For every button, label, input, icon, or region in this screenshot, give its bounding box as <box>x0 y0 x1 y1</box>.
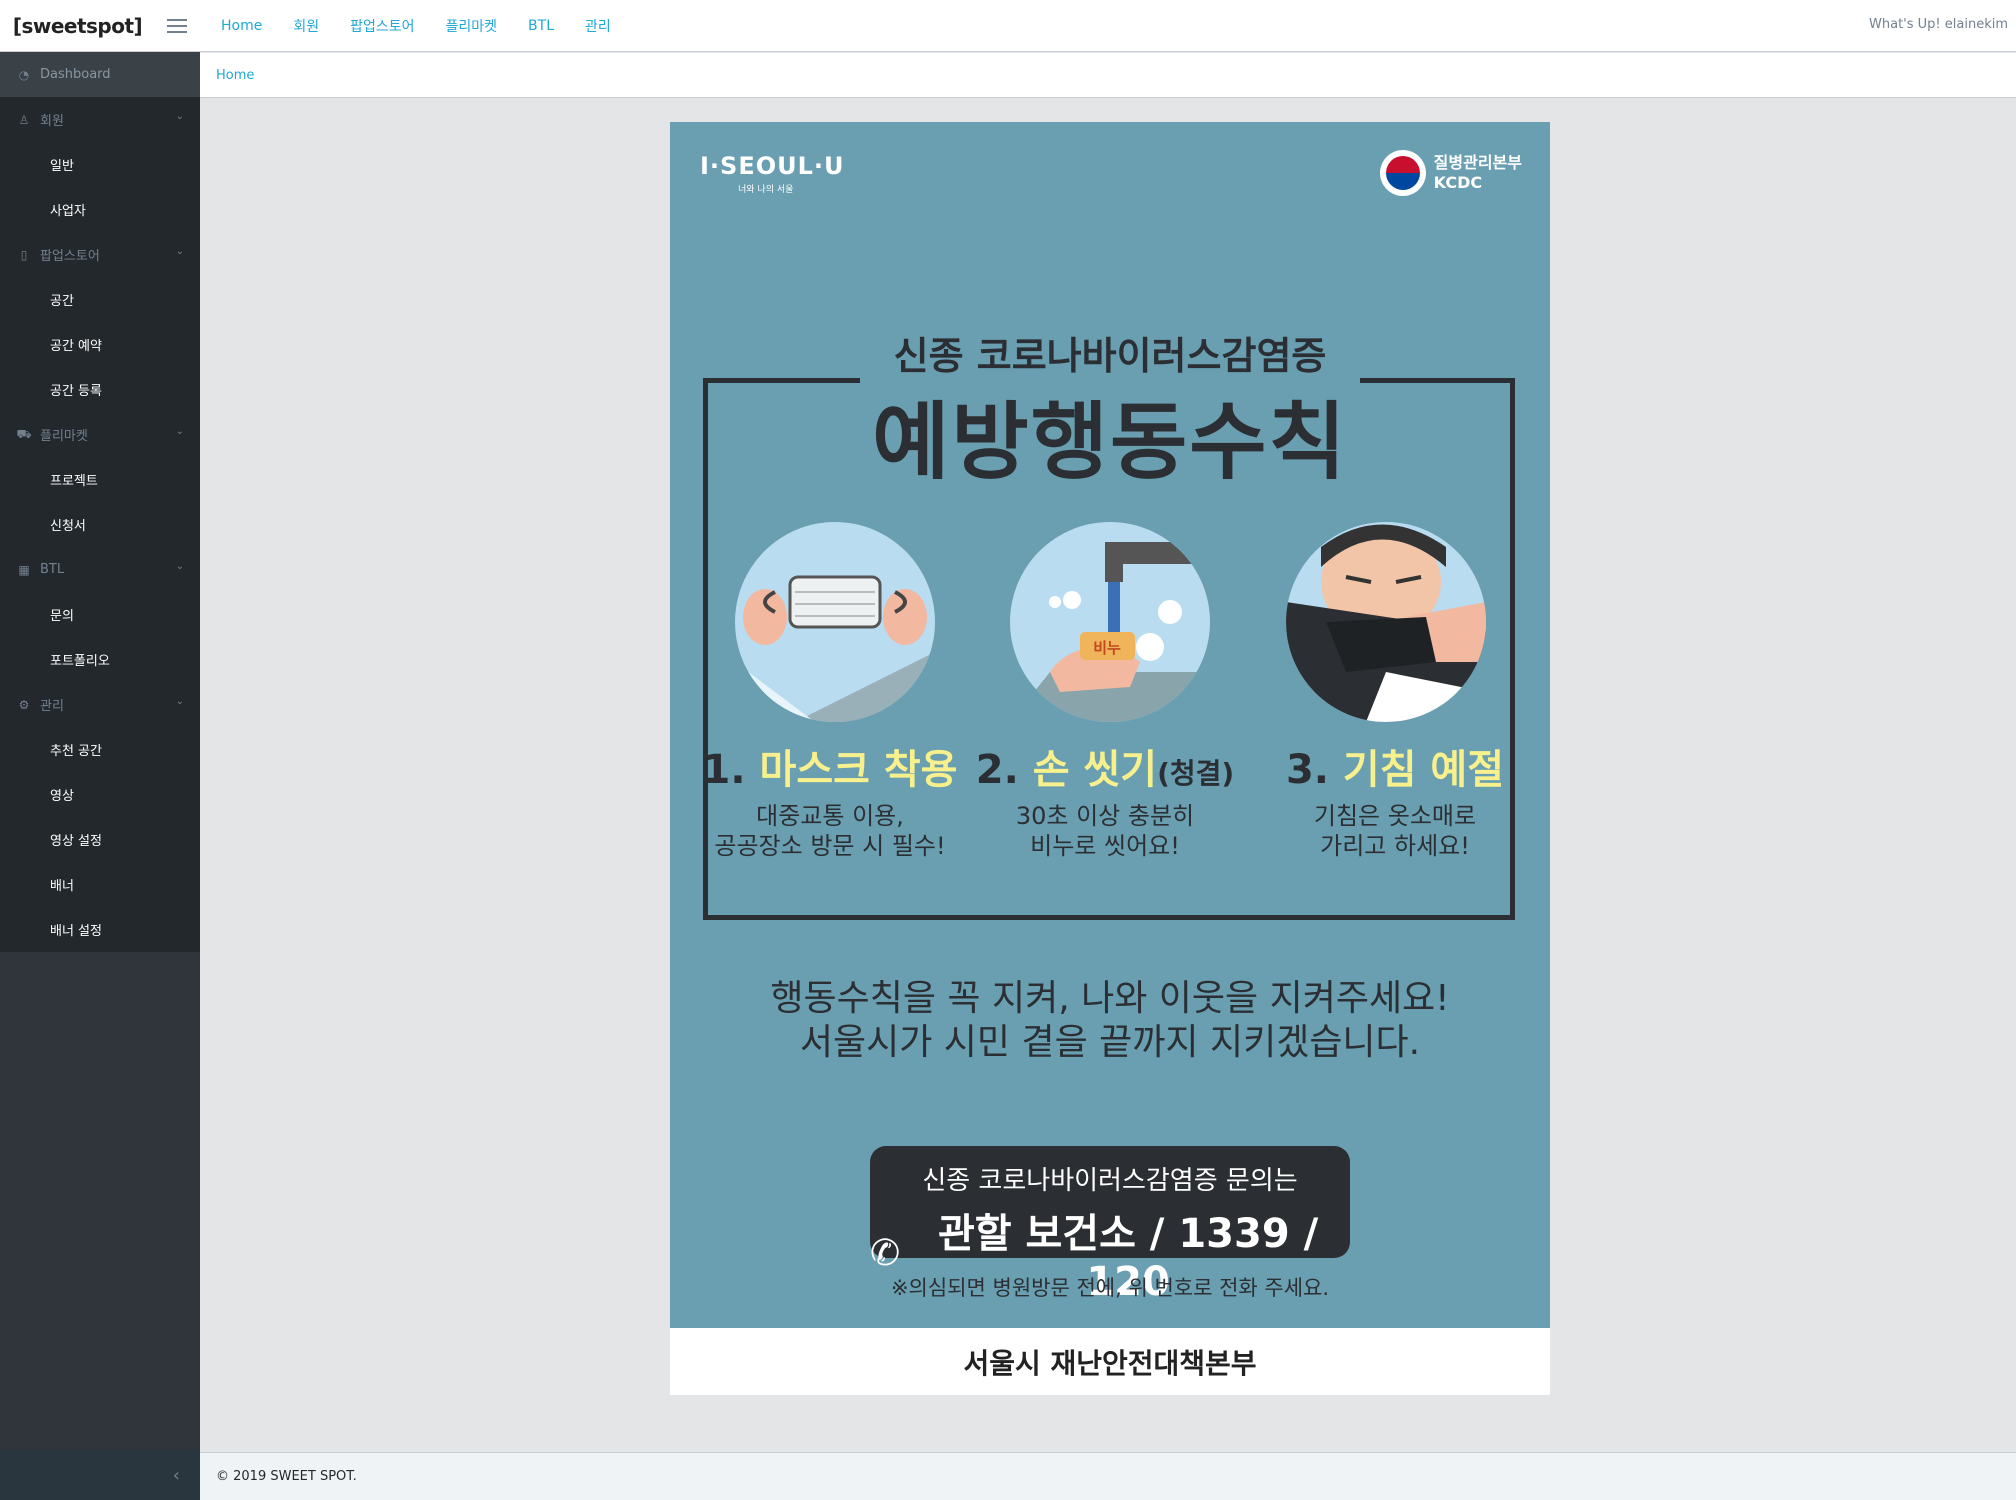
step-1-number: 1. <box>702 747 746 793</box>
chevron-down-icon: ⌄ <box>175 246 184 257</box>
step-2-desc-line2: 비누로 씻어요! <box>1030 832 1180 860</box>
mask-illustration <box>735 522 935 722</box>
sidebar-item-label: Dashboard <box>40 67 111 82</box>
sidebar-item-portfolio[interactable]: 포트폴리오 <box>0 637 200 682</box>
poster-message: 행동수칙을 꼭 지켜, 나와 이웃을 지켜주세요! 서울시가 시민 곁을 끝까지… <box>670 977 1550 1065</box>
iseoul-logo-subtitle: 너와 나의 서울 <box>738 185 794 195</box>
handwashing-illustration: 비누 <box>1010 522 1210 722</box>
building-icon: ▯ <box>20 247 28 262</box>
poster-title: 예방행동수칙 <box>872 393 1348 491</box>
sidebar-item-space-reservation[interactable]: 공간 예약 <box>0 322 200 367</box>
step-1-title: 마스크 착용 <box>759 747 958 793</box>
sidebar-item-banner[interactable]: 배너 <box>0 862 200 907</box>
breadcrumb: Home <box>200 53 2016 98</box>
phone-icon: ✆ <box>870 1232 901 1274</box>
sidebar-group-label: 관리 <box>40 699 64 714</box>
topnav-admin[interactable]: 관리 <box>585 16 611 36</box>
sidebar-group-btl[interactable]: ▦ BTL ⌄ <box>0 547 200 592</box>
iseoul-logo: I·SEOUL·U <box>700 152 845 180</box>
kcdc-logo: 질병관리본부 KCDC <box>1379 150 1522 196</box>
sidebar-item-space[interactable]: 공간 <box>0 277 200 322</box>
breadcrumb-home[interactable]: Home <box>216 68 254 83</box>
topnav-flea-market[interactable]: 플리마켓 <box>446 16 498 36</box>
topnav-btl[interactable]: BTL <box>528 18 554 34</box>
kcdc-name: 질병관리본부 <box>1433 153 1522 172</box>
step-3-desc-line2: 가리고 하세요! <box>1320 832 1470 860</box>
step-3-cough: 3. 기침 예절 기침은 옷소매로 가리고 하세요! <box>1265 737 1525 861</box>
sidebar-group-popup-store[interactable]: ▯ 팝업스토어 ⌄ <box>0 232 200 277</box>
step-2-title: 손 씻기 <box>1032 747 1158 793</box>
sidebar-item-banner-settings[interactable]: 배너 설정 <box>0 907 200 952</box>
step-2-handwash: 2. 손 씻기(청결) 30초 이상 충분히 비누로 씻어요! <box>975 737 1235 861</box>
step-3-desc-line1: 기침은 옷소매로 <box>1313 802 1477 830</box>
step-2-desc-line1: 30초 이상 충분히 <box>1015 802 1195 830</box>
hamburger-icon <box>167 18 187 33</box>
sidebar-group-label: 회원 <box>40 114 64 129</box>
topnav-home[interactable]: Home <box>221 18 262 34</box>
step-1-mask: 1. 마스크 착용 대중교통 이용, 공공장소 방문 시 필수! <box>700 737 960 861</box>
sidebar-item-general[interactable]: 일반 <box>0 142 200 187</box>
hotline-box: 신종 코로나바이러스감염증 문의는 ✆ 관할 보건소 / 1339 / 120 <box>870 1146 1350 1305</box>
chevron-down-icon: ⌄ <box>175 426 184 437</box>
app-footer: © 2019 SWEET SPOT. <box>200 1452 2016 1500</box>
chevron-down-icon: ⌄ <box>175 696 184 707</box>
poster-note: ※의심되면 병원방문 전에, 위 번호로 전화 주세요. <box>890 1276 1330 1300</box>
sidebar: ◔ Dashboard ♙ 회원 ⌄ 일반 사업자 ▯ 팝업스토어 ⌄ 공간 공… <box>0 52 200 1500</box>
sidebar-item-video[interactable]: 영상 <box>0 772 200 817</box>
sidebar-item-inquiry[interactable]: 문의 <box>0 592 200 637</box>
sidebar-item-application[interactable]: 신청서 <box>0 502 200 547</box>
poster-message-line2: 서울시가 시민 곁을 끝까지 지키겠습니다. <box>799 1022 1421 1063</box>
topnav-members[interactable]: 회원 <box>293 16 319 36</box>
sidebar-toggle-button[interactable] <box>155 0 205 52</box>
copyright-text: © 2019 SWEET SPOT. <box>216 1469 357 1484</box>
step-3-title: 기침 예절 <box>1342 747 1505 793</box>
brand-logo[interactable]: [sweetspot] <box>0 0 155 52</box>
gear-icon: ⚙ <box>18 697 30 712</box>
grid-icon: ▦ <box>18 562 30 577</box>
sidebar-group-label: 팝업스토어 <box>40 249 100 264</box>
sidebar-group-flea-market[interactable]: ⛟ 플리마켓 ⌄ <box>0 412 200 457</box>
covid-prevention-poster: I·SEOUL·U 너와 나의 서울 질병관리본부 KCDC 신종 코로나바이러… <box>670 122 1550 1395</box>
top-nav: Home 회원 팝업스토어 플리마켓 BTL 관리 <box>221 0 642 52</box>
chevron-down-icon: ⌄ <box>175 561 184 572</box>
poster-issuer: 서울시 재난안전대책본부 <box>670 1328 1550 1395</box>
sidebar-nav: ◔ Dashboard ♙ 회원 ⌄ 일반 사업자 ▯ 팝업스토어 ⌄ 공간 공… <box>0 52 200 952</box>
sidebar-group-admin[interactable]: ⚙ 관리 ⌄ <box>0 682 200 727</box>
chevron-left-icon: ‹ <box>172 1464 180 1486</box>
hotline-caption: 신종 코로나바이러스감염증 문의는 <box>922 1166 1298 1196</box>
step-2-extra: (청결) <box>1157 757 1235 790</box>
sidebar-item-video-settings[interactable]: 영상 설정 <box>0 817 200 862</box>
cart-icon: ⛟ <box>16 426 32 441</box>
soap-label: 비누 <box>1093 639 1121 657</box>
sidebar-minimizer-button[interactable]: ‹ <box>0 1450 200 1500</box>
step-1-desc-line2: 공공장소 방문 시 필수! <box>714 832 946 860</box>
topnav-popup-store[interactable]: 팝업스토어 <box>350 16 414 36</box>
sidebar-item-business[interactable]: 사업자 <box>0 187 200 232</box>
sidebar-item-dashboard[interactable]: ◔ Dashboard <box>0 52 200 97</box>
sidebar-group-label: BTL <box>40 562 65 577</box>
sidebar-group-members[interactable]: ♙ 회원 ⌄ <box>0 97 200 142</box>
chevron-down-icon: ⌄ <box>175 111 184 122</box>
brand-text: [sweetspot] <box>12 13 143 38</box>
user-greeting[interactable]: What's Up! elainekim <box>1869 0 2008 52</box>
sidebar-item-space-register[interactable]: 공간 등록 <box>0 367 200 412</box>
taegeuk-seal-icon <box>1379 150 1426 196</box>
sidebar-item-recommended-space[interactable]: 추천 공간 <box>0 727 200 772</box>
app-header: [sweetspot] Home 회원 팝업스토어 플리마켓 BTL 관리 Wh… <box>0 0 2016 52</box>
sidebar-group-label: 플리마켓 <box>40 429 88 444</box>
step-3-number: 3. <box>1285 747 1329 793</box>
step-1-desc-line1: 대중교통 이용, <box>756 802 904 830</box>
poster-subtitle: 신종 코로나바이러스감염증 <box>893 334 1327 378</box>
poster-message-line1: 행동수칙을 꼭 지켜, 나와 이웃을 지켜주세요! <box>770 978 1450 1019</box>
cough-etiquette-illustration <box>1286 522 1486 722</box>
speedometer-icon: ◔ <box>18 67 30 82</box>
kcdc-abbr: KCDC <box>1433 173 1483 192</box>
user-icon: ♙ <box>18 112 30 127</box>
step-2-number: 2. <box>975 747 1019 793</box>
sidebar-item-project[interactable]: 프로젝트 <box>0 457 200 502</box>
